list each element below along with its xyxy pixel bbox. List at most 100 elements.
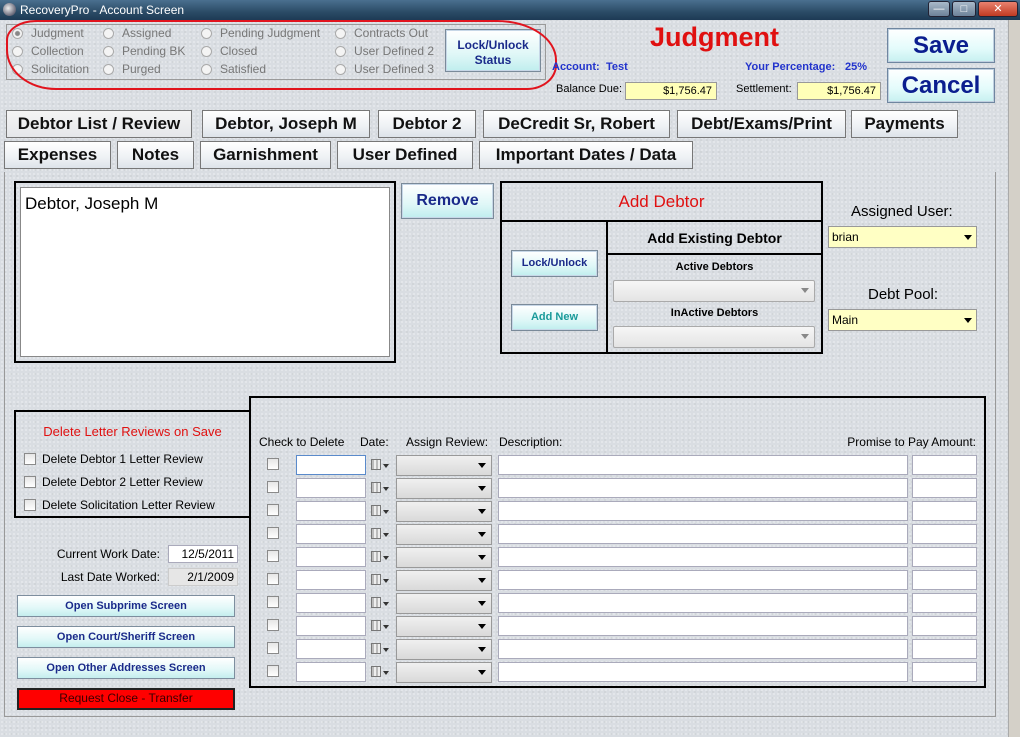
status-radio-pending-bk[interactable]: Pending BK	[103, 44, 185, 60]
date-picker-button[interactable]	[368, 525, 390, 543]
delete-review-option[interactable]: Delete Debtor 1 Letter Review	[24, 452, 203, 466]
review-description-input[interactable]	[498, 455, 908, 475]
promise-amount-input[interactable]	[912, 639, 977, 659]
review-description-input[interactable]	[498, 570, 908, 590]
tab-debtor-joseph-m[interactable]: Debtor, Joseph M	[202, 110, 370, 138]
delete-row-checkbox[interactable]	[267, 481, 279, 493]
checkbox[interactable]	[24, 476, 36, 488]
delete-row-checkbox[interactable]	[267, 596, 279, 608]
request-close-transfer-button[interactable]: Request Close - Transfer	[17, 688, 235, 710]
review-description-input[interactable]	[498, 593, 908, 613]
status-radio-assigned[interactable]: Assigned	[103, 26, 171, 42]
minimize-icon[interactable]: —	[928, 1, 950, 17]
cancel-button[interactable]: Cancel	[887, 68, 995, 103]
review-description-input[interactable]	[498, 639, 908, 659]
current-work-date-field[interactable]: 12/5/2011	[168, 545, 238, 563]
review-date-input[interactable]	[296, 570, 366, 590]
tab-debtor-list-review[interactable]: Debtor List / Review	[6, 110, 192, 138]
promise-amount-input[interactable]	[912, 478, 977, 498]
checkbox[interactable]	[24, 499, 36, 511]
review-date-input[interactable]	[296, 455, 366, 475]
tab-garnishment[interactable]: Garnishment	[200, 141, 331, 169]
review-date-input[interactable]	[296, 593, 366, 613]
date-picker-button[interactable]	[368, 594, 390, 612]
promise-amount-input[interactable]	[912, 662, 977, 682]
delete-row-checkbox[interactable]	[267, 665, 279, 677]
assign-review-select[interactable]	[396, 501, 492, 522]
date-picker-button[interactable]	[368, 617, 390, 635]
delete-row-checkbox[interactable]	[267, 504, 279, 516]
status-radio-pending-judgment[interactable]: Pending Judgment	[201, 26, 320, 42]
open-court-sheriff-button[interactable]: Open Court/Sheriff Screen	[17, 626, 235, 648]
checkbox[interactable]	[24, 453, 36, 465]
tab-debt-exams-print[interactable]: Debt/Exams/Print	[677, 110, 846, 138]
review-description-input[interactable]	[498, 547, 908, 567]
date-picker-button[interactable]	[368, 502, 390, 520]
status-radio-satisfied[interactable]: Satisfied	[201, 62, 266, 78]
review-description-input[interactable]	[498, 501, 908, 521]
delete-review-option[interactable]: Delete Solicitation Letter Review	[24, 498, 215, 512]
review-description-input[interactable]	[498, 524, 908, 544]
status-radio-solicitation[interactable]: Solicitation	[12, 62, 89, 78]
remove-debtor-button[interactable]: Remove	[401, 183, 494, 219]
tab-debtor-2[interactable]: Debtor 2	[378, 110, 476, 138]
tab-expenses[interactable]: Expenses	[4, 141, 111, 169]
delete-row-checkbox[interactable]	[267, 458, 279, 470]
date-picker-button[interactable]	[368, 640, 390, 658]
review-date-input[interactable]	[296, 524, 366, 544]
debt-pool-select[interactable]: Main	[828, 309, 977, 331]
tab-important-dates-data[interactable]: Important Dates / Data	[479, 141, 693, 169]
promise-amount-input[interactable]	[912, 570, 977, 590]
status-radio-closed[interactable]: Closed	[201, 44, 257, 60]
status-radio-collection[interactable]: Collection	[12, 44, 84, 60]
status-radio-user-defined-3[interactable]: User Defined 3	[335, 62, 434, 78]
list-item[interactable]: Debtor, Joseph M	[25, 194, 385, 214]
date-picker-button[interactable]	[368, 663, 390, 681]
open-other-addresses-button[interactable]: Open Other Addresses Screen	[17, 657, 235, 679]
review-date-input[interactable]	[296, 639, 366, 659]
promise-amount-input[interactable]	[912, 616, 977, 636]
delete-row-checkbox[interactable]	[267, 619, 279, 631]
delete-row-checkbox[interactable]	[267, 573, 279, 585]
open-subprime-button[interactable]: Open Subprime Screen	[17, 595, 235, 617]
tab-payments[interactable]: Payments	[851, 110, 958, 138]
assign-review-select[interactable]	[396, 616, 492, 637]
debtor-list[interactable]: Debtor, Joseph M	[20, 187, 390, 357]
save-button[interactable]: Save	[887, 28, 995, 63]
date-picker-button[interactable]	[368, 456, 390, 474]
lock-unlock-status-button[interactable]: Lock/Unlock Status	[445, 29, 541, 72]
status-radio-purged[interactable]: Purged	[103, 62, 161, 78]
delete-review-option[interactable]: Delete Debtor 2 Letter Review	[24, 475, 203, 489]
status-radio-contracts-out[interactable]: Contracts Out	[335, 26, 428, 42]
status-radio-judgment[interactable]: Judgment	[12, 26, 84, 42]
assign-review-select[interactable]	[396, 662, 492, 683]
assign-review-select[interactable]	[396, 593, 492, 614]
review-date-input[interactable]	[296, 501, 366, 521]
date-picker-button[interactable]	[368, 548, 390, 566]
promise-amount-input[interactable]	[912, 455, 977, 475]
review-date-input[interactable]	[296, 478, 366, 498]
add-new-debtor-button[interactable]: Add New	[511, 304, 598, 331]
promise-amount-input[interactable]	[912, 593, 977, 613]
delete-row-checkbox[interactable]	[267, 642, 279, 654]
assign-review-select[interactable]	[396, 478, 492, 499]
inactive-debtors-select[interactable]	[613, 326, 815, 348]
assign-review-select[interactable]	[396, 639, 492, 660]
tab-decredit-sr-robert[interactable]: DeCredit Sr, Robert	[483, 110, 670, 138]
review-description-input[interactable]	[498, 662, 908, 682]
tab-user-defined[interactable]: User Defined	[337, 141, 473, 169]
date-picker-button[interactable]	[368, 479, 390, 497]
maximize-icon[interactable]: □	[952, 1, 976, 17]
status-radio-user-defined-2[interactable]: User Defined 2	[335, 44, 434, 60]
active-debtors-select[interactable]	[613, 280, 815, 302]
promise-amount-input[interactable]	[912, 524, 977, 544]
close-icon[interactable]: ✕	[978, 1, 1018, 17]
review-date-input[interactable]	[296, 616, 366, 636]
review-date-input[interactable]	[296, 547, 366, 567]
assigned-user-select[interactable]: brian	[828, 226, 977, 248]
assign-review-select[interactable]	[396, 570, 492, 591]
tab-notes[interactable]: Notes	[117, 141, 194, 169]
delete-row-checkbox[interactable]	[267, 527, 279, 539]
date-picker-button[interactable]	[368, 571, 390, 589]
review-description-input[interactable]	[498, 616, 908, 636]
